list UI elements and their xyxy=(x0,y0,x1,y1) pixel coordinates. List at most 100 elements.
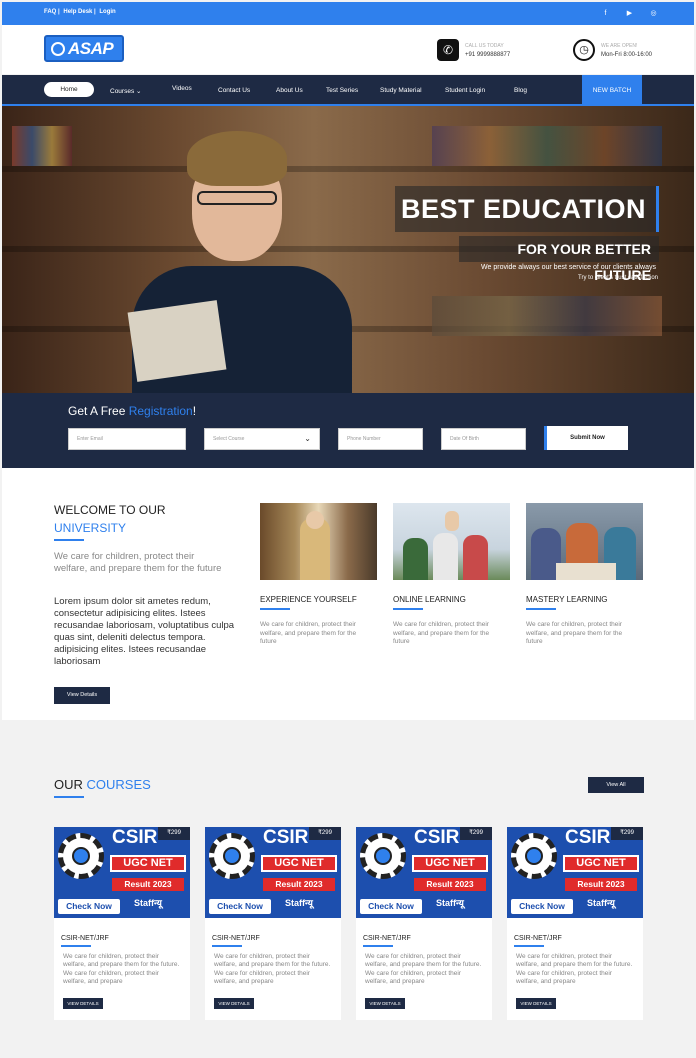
course-thumbnail[interactable]: CSIR UGC NET Result 2023 Check Now Staff… xyxy=(205,827,341,918)
course-name: CSIR-NET/JRF xyxy=(61,935,109,942)
courses-section: OUR COURSES View All CSIR UGC NET Result… xyxy=(2,720,694,1058)
feature-card: EXPERIENCE YOURSELF We care for children… xyxy=(260,503,377,647)
feature-text: We care for children, protect their welf… xyxy=(526,621,623,645)
view-details-button[interactable]: VIEW DETAILS xyxy=(63,998,103,1009)
site-logo[interactable]: ASAP xyxy=(44,35,124,62)
facebook-icon[interactable]: f xyxy=(601,9,610,18)
welcome-subtext: We care for children, protect their welf… xyxy=(54,551,222,574)
nav-home[interactable]: Home xyxy=(44,82,94,97)
feature-card: MASTERY LEARNING We care for children, p… xyxy=(526,503,643,647)
course-card[interactable]: CSIR UGC NET Result 2023 Check Now Staff… xyxy=(205,827,341,1020)
registration-form: Get A Free Registration! Enter Email Sel… xyxy=(2,393,694,468)
youtube-icon[interactable]: ▶ xyxy=(625,9,634,18)
title-underline xyxy=(393,608,423,610)
course-name: CSIR-NET/JRF xyxy=(363,935,411,942)
hero-line-2: Try to client's trust satisfaction xyxy=(578,275,658,281)
instagram-icon[interactable]: ◎ xyxy=(649,9,658,18)
help-desk-link[interactable]: Help Desk | xyxy=(63,9,95,15)
dob-field[interactable]: Date Of Birth xyxy=(441,428,526,450)
title-underline xyxy=(526,608,556,610)
nav-contact-us[interactable]: Contact Us xyxy=(218,87,250,94)
course-card[interactable]: CSIR UGC NET Result 2023 Check Now Staff… xyxy=(507,827,643,1020)
view-details-button[interactable]: VIEW DETAILS xyxy=(516,998,556,1009)
submit-button[interactable]: Submit Now xyxy=(544,426,628,450)
feature-card: ONLINE LEARNING We care for children, pr… xyxy=(393,503,510,647)
welcome-body: Lorem ipsum dolor sit ametes redum, cons… xyxy=(54,596,235,667)
hero-subtitle: FOR YOUR BETTER FUTURE xyxy=(459,236,659,283)
nav-blog[interactable]: Blog xyxy=(514,87,527,94)
course-desc: We care for children, protect their welf… xyxy=(365,953,482,985)
welcome-title-highlight: UNIVERSITY xyxy=(54,521,127,535)
nav-student-login[interactable]: Student Login xyxy=(445,87,485,94)
hero-title: BEST EDUCATION xyxy=(395,186,659,232)
course-thumbnail[interactable]: CSIR UGC NET Result 2023 Check Now Staff… xyxy=(356,827,492,918)
feature-text: We care for children, protect their welf… xyxy=(260,621,357,645)
top-bar: FAQ | Help Desk | Login f ▶ ◎ xyxy=(2,2,694,25)
course-price: ₹299 xyxy=(309,827,341,840)
course-card[interactable]: CSIR UGC NET Result 2023 Check Now Staff… xyxy=(54,827,190,1020)
hero-line-1: We provide always our best service of ou… xyxy=(481,264,656,271)
site-header: ASAP ✆ CALL US TODAY +91 9999888877 ◷ WE… xyxy=(2,25,694,74)
new-batch-button[interactable]: NEW BATCH xyxy=(582,75,642,106)
feature-text: We care for children, protect their welf… xyxy=(393,621,490,645)
courses-title: OUR COURSES xyxy=(54,777,151,792)
logo-emblem-icon xyxy=(51,42,65,56)
course-price: ₹299 xyxy=(158,827,190,840)
chevron-down-icon: ⌄ xyxy=(304,434,311,443)
welcome-section: WELCOME TO OUR UNIVERSITY We care for ch… xyxy=(2,468,694,720)
course-desc: We care for children, protect their welf… xyxy=(63,953,180,985)
nav-courses[interactable]: Courses ⌄ xyxy=(110,87,141,95)
call-label: CALL US TODAY xyxy=(465,42,504,49)
title-underline xyxy=(54,539,84,541)
students-studying-image xyxy=(526,503,643,580)
nav-about-us[interactable]: About Us xyxy=(276,87,303,94)
csir-emblem-icon xyxy=(511,833,557,879)
course-price: ₹299 xyxy=(460,827,492,840)
clock-icon: ◷ xyxy=(573,39,595,61)
students-group-image xyxy=(393,503,510,580)
view-details-button[interactable]: VIEW DETAILS xyxy=(214,998,254,1009)
call-number[interactable]: +91 9999888877 xyxy=(465,52,510,58)
nav-test-series[interactable]: Test Series xyxy=(326,87,358,94)
open-hours: Mon-Fri 8:00-16:00 xyxy=(601,51,653,58)
phone-field[interactable]: Phone Number xyxy=(338,428,423,450)
course-thumbnail[interactable]: CSIR UGC NET Result 2023 Check Now Staff… xyxy=(54,827,190,918)
course-select[interactable]: Select Course ⌄ xyxy=(204,428,320,450)
email-field[interactable]: Enter Email xyxy=(68,428,186,450)
course-name: CSIR-NET/JRF xyxy=(212,935,260,942)
hero-banner: BEST EDUCATION FOR YOUR BETTER FUTURE We… xyxy=(2,106,694,393)
welcome-title: WELCOME TO OUR xyxy=(54,503,166,517)
hours-contact: ◷ WE ARE OPEN! Mon-Fri 8:00-16:00 xyxy=(573,39,652,61)
view-details-button[interactable]: View Details xyxy=(54,687,110,704)
nav-study-material[interactable]: Study Material xyxy=(380,87,422,94)
call-contact: ✆ CALL US TODAY +91 9999888877 xyxy=(437,39,510,61)
chevron-down-icon: ⌄ xyxy=(136,88,142,95)
title-underline xyxy=(54,796,84,798)
hero-books xyxy=(12,126,72,166)
csir-emblem-icon xyxy=(209,833,255,879)
nav-videos[interactable]: Videos xyxy=(172,85,192,92)
open-label: WE ARE OPEN! xyxy=(601,42,638,49)
login-link[interactable]: Login xyxy=(99,9,115,15)
faq-link[interactable]: FAQ | xyxy=(44,9,60,15)
course-thumbnail[interactable]: CSIR UGC NET Result 2023 Check Now Staff… xyxy=(507,827,643,918)
course-card[interactable]: CSIR UGC NET Result 2023 Check Now Staff… xyxy=(356,827,492,1020)
nav-courses-label: Courses xyxy=(110,88,135,95)
course-name: CSIR-NET/JRF xyxy=(514,935,562,942)
view-details-button[interactable]: VIEW DETAILS xyxy=(365,998,405,1009)
csir-emblem-icon xyxy=(58,833,104,879)
top-links: FAQ | Help Desk | Login xyxy=(44,9,118,15)
feature-title: ONLINE LEARNING xyxy=(393,595,466,604)
view-all-button[interactable]: View All xyxy=(588,777,644,793)
course-desc: We care for children, protect their welf… xyxy=(516,953,633,985)
title-underline xyxy=(212,945,242,947)
social-links: f ▶ ◎ xyxy=(601,9,658,18)
title-underline xyxy=(61,945,91,947)
hero-books xyxy=(432,296,662,336)
hero-student-image xyxy=(102,131,372,393)
feature-title: MASTERY LEARNING xyxy=(526,595,608,604)
title-underline xyxy=(363,945,393,947)
feature-title: EXPERIENCE YOURSELF xyxy=(260,595,357,604)
csir-emblem-icon xyxy=(360,833,406,879)
library-image xyxy=(260,503,377,580)
